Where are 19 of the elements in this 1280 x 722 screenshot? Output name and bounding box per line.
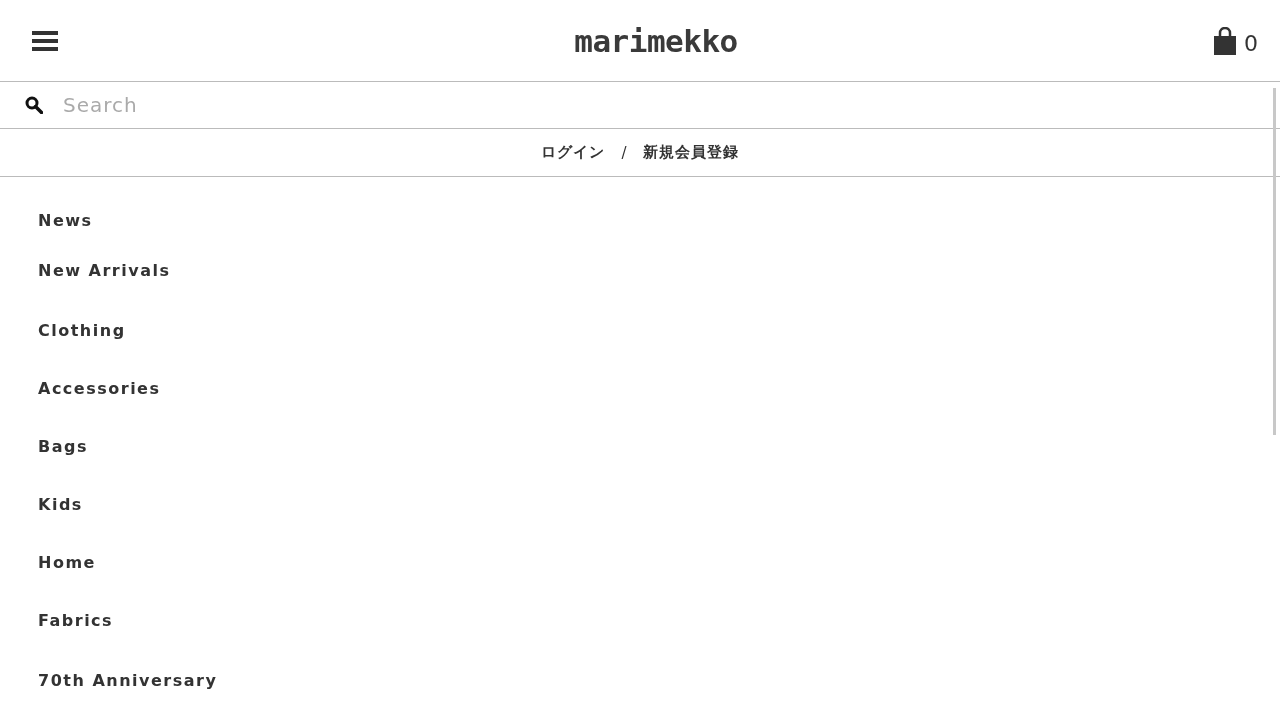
menu-icon[interactable] (32, 29, 58, 52)
cart-count: 0 (1244, 32, 1258, 55)
menu-item[interactable]: Clothing (38, 321, 1280, 341)
register-link[interactable]: 新規会員登録 (642, 143, 739, 162)
shopping-bag-icon[interactable] (1214, 26, 1236, 55)
menu-item[interactable]: News (38, 211, 1280, 231)
menu-item[interactable]: New Arrivals (38, 261, 1280, 281)
separator: / (621, 143, 627, 162)
search-field[interactable]: Search (61, 92, 1260, 118)
menu-item[interactable]: Home (38, 553, 1280, 573)
scrollbar[interactable] (1273, 88, 1276, 435)
logo[interactable]: marimekko (574, 22, 738, 59)
menu-item[interactable]: Fabrics (38, 611, 1280, 631)
search-icon (25, 96, 43, 114)
menu-item[interactable]: Accessories (38, 379, 1280, 399)
menu-item[interactable]: 70th Anniversary (38, 671, 1280, 691)
login-link[interactable]: ログイン (541, 143, 606, 162)
menu-item[interactable]: Kids (38, 495, 1280, 515)
menu-item[interactable]: Bags (38, 437, 1280, 457)
